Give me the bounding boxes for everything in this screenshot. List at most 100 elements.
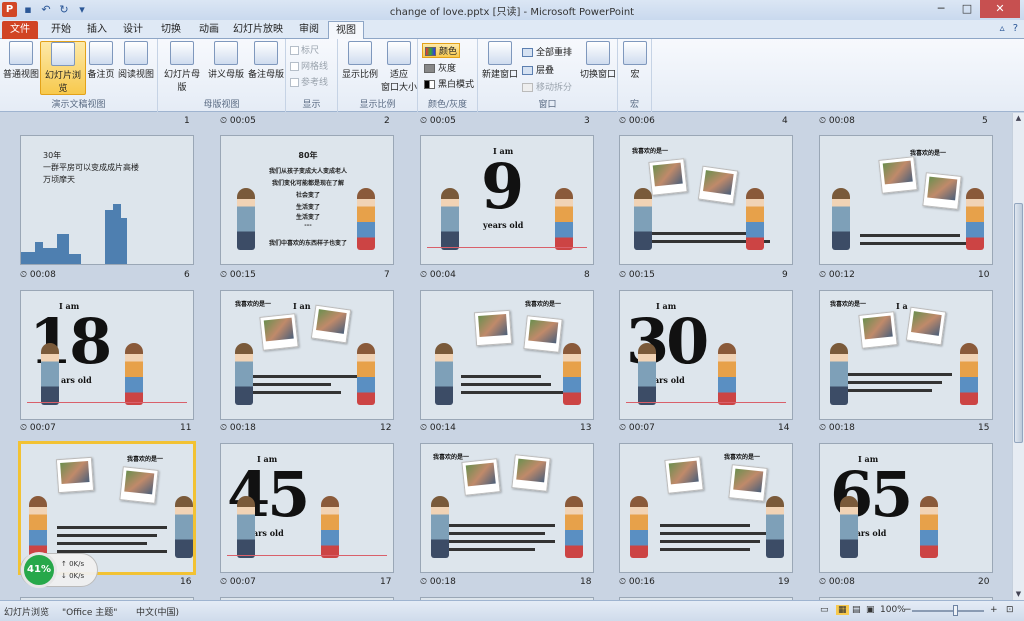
reading-view-button[interactable]: 阅读视图	[116, 41, 156, 80]
handout-master-button[interactable]: 讲义母版	[206, 41, 246, 80]
slide-master-button[interactable]: 幻灯片母版	[160, 41, 204, 93]
slide-thumbnail[interactable]: I am 65 years old	[819, 443, 993, 573]
close-button[interactable]: ✕	[980, 0, 1020, 18]
zoom-button[interactable]: 显示比例	[340, 41, 380, 80]
slide-thumbnail[interactable]: 我喜欢的是一	[619, 443, 793, 573]
slide-timing: ⏲ 00:07	[619, 423, 655, 433]
reading-view-status-icon[interactable]: ▤	[852, 605, 861, 615]
text-line	[251, 375, 361, 378]
slide-thumbnail[interactable]: 30年 一群平房可以变成成片高楼 万顷摩天	[20, 135, 194, 265]
macros-icon	[623, 41, 647, 65]
slide-thumbnail[interactable]: I am 9 years old	[420, 135, 594, 265]
minimize-button[interactable]: ─	[928, 0, 954, 18]
gridlines-checkbox[interactable]: 网格线	[290, 59, 328, 72]
minimize-ribbon-icon[interactable]: ▵	[1000, 23, 1005, 34]
tab-transitions[interactable]: 切换	[156, 21, 186, 39]
slide-number: 5	[982, 116, 988, 126]
download-speed: ↓ 0K/s	[61, 572, 85, 580]
zoom-slider[interactable]	[912, 610, 984, 612]
zoom-slider-thumb[interactable]	[953, 605, 958, 616]
tab-design[interactable]: 设计	[118, 21, 148, 39]
tab-file[interactable]: 文件	[2, 21, 38, 39]
switch-windows-button[interactable]: 切换窗口	[578, 41, 618, 80]
normal-view-button[interactable]: 普通视图	[2, 41, 40, 80]
group-label: 颜色/灰度	[427, 100, 468, 110]
slide-timing: ⏲ 00:05	[220, 116, 256, 126]
photo-image	[905, 306, 947, 346]
status-language[interactable]: 中文(中国)	[136, 605, 179, 618]
slide-thumbnail[interactable]: 80年 我们从孩子变成大人变成老人 我们变化可能都是现在了解 社会变了 生活变了…	[220, 135, 394, 265]
status-theme[interactable]: "Office 主题"	[62, 605, 117, 618]
slide-timing: ⏲ 00:07	[220, 577, 256, 587]
zoom-out-button[interactable]: −	[904, 605, 912, 615]
slide-thumbnail[interactable]: 我喜欢的是一 I a	[819, 290, 993, 420]
slide-number: 12	[380, 423, 392, 433]
group-label: 母版视图	[203, 100, 240, 110]
boy-figure-image	[435, 343, 453, 405]
slide-thumbnail[interactable]: 我喜欢的是一	[420, 443, 594, 573]
scrollbar-thumb[interactable]	[1014, 203, 1023, 443]
divider-line	[626, 402, 786, 403]
slide-thumbnail[interactable]: 我喜欢的是一	[619, 135, 793, 265]
slide-timing: ⏲ 00:08	[20, 270, 56, 280]
tab-home[interactable]: 开始	[46, 21, 76, 39]
divider-line	[27, 402, 187, 403]
zoom-in-button[interactable]: +	[990, 605, 998, 615]
move-split-button[interactable]: 移动拆分	[522, 80, 572, 93]
slide-thumbnail[interactable]: I am 45 ars old	[220, 443, 394, 573]
notes-master-button[interactable]: 备注母版	[246, 41, 286, 80]
slide-thumbnail[interactable]: I am 18 ars old	[20, 290, 194, 420]
notes-page-button[interactable]: 备注页	[86, 41, 116, 80]
arrange-all-button[interactable]: 全部重排	[522, 45, 572, 58]
slide-timing: ⏲ 00:16	[619, 577, 655, 587]
girl-figure-image	[630, 496, 648, 558]
tab-insert[interactable]: 插入	[82, 21, 112, 39]
girl-figure-image	[920, 496, 938, 558]
slide-timing: ⏲ 00:07	[20, 423, 56, 433]
slide-thumbnail[interactable]: 我喜欢的是一 I an	[220, 290, 394, 420]
vertical-scrollbar[interactable]: ▲ ▼	[1012, 113, 1024, 600]
slide-heading: 我喜欢的是一	[724, 454, 761, 461]
slide-sorter-button[interactable]: 幻灯片浏览	[40, 41, 86, 95]
slide-text: I a	[896, 301, 908, 311]
guides-checkbox[interactable]: 参考线	[290, 75, 328, 88]
tab-view[interactable]: 视图	[328, 21, 364, 39]
color-button[interactable]: 颜色	[422, 43, 461, 58]
scroll-down-icon[interactable]: ▼	[1013, 589, 1024, 600]
normal-view-status-icon[interactable]: ▭	[820, 605, 829, 615]
boy-figure-image	[41, 343, 59, 405]
bw-swatch-icon	[424, 80, 435, 89]
slide-thumbnail[interactable]: I am 30 ars old	[619, 290, 793, 420]
slide-timing: ⏲ 00:15	[220, 270, 256, 280]
new-window-button[interactable]: 新建窗口	[480, 41, 520, 80]
network-speed-widget[interactable]: 41% ↑ 0K/s ↓ 0K/s	[20, 552, 98, 588]
fit-to-window-button[interactable]: 适应 窗口大小	[380, 41, 418, 93]
tab-animations[interactable]: 动画	[194, 21, 224, 39]
photo-image	[664, 456, 704, 494]
slide-number: 6	[184, 270, 190, 280]
cascade-button[interactable]: 层叠	[522, 63, 554, 76]
grayscale-button[interactable]: 灰度	[424, 61, 456, 74]
boy-figure-image	[237, 496, 255, 558]
fit-to-window-icon[interactable]: ⊡	[1006, 605, 1014, 615]
slide-thumbnail[interactable]: 我喜欢的是一	[819, 135, 993, 265]
ruler-checkbox[interactable]: 标尺	[290, 43, 319, 56]
tab-slideshow[interactable]: 幻灯片放映	[232, 21, 284, 39]
macros-button[interactable]: 宏	[622, 41, 648, 80]
black-white-button[interactable]: 黑白模式	[424, 77, 474, 90]
window-title: change of love.pptx [只读] - Microsoft Pow…	[389, 7, 635, 18]
text-line	[842, 389, 932, 392]
slide-thumbnail[interactable]: 我喜欢的是一	[420, 290, 594, 420]
boy-figure-image	[175, 496, 193, 558]
scroll-up-icon[interactable]: ▲	[1013, 113, 1024, 124]
zoom-level[interactable]: 100%	[880, 605, 906, 615]
maximize-button[interactable]: □	[954, 0, 980, 18]
slide-text: ars old	[253, 528, 284, 538]
tab-review[interactable]: 审阅	[294, 21, 324, 39]
slideshow-status-icon[interactable]: ▣	[866, 605, 875, 615]
ribbon-tabs: 文件 开始 插入 设计 切换 动画 幻灯片放映 审阅 视图 ▵ ?	[0, 20, 1024, 39]
group-label: 显示	[302, 100, 321, 110]
slide-sorter-status-icon[interactable]: ▦	[836, 605, 849, 615]
help-icon[interactable]: ?	[1013, 23, 1018, 34]
photo-image	[648, 158, 688, 196]
